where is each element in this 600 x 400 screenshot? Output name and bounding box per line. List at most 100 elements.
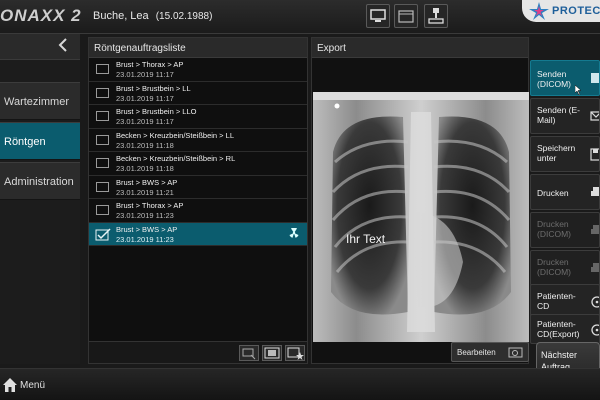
chevron-left-icon (58, 38, 67, 52)
list-item-title: Brust > Brustbein > LLO (116, 107, 197, 116)
image-gallery-button[interactable] (262, 345, 282, 361)
top-bar: ONAXX 2 Buche, Lea (15.02.1988) PROTEC (0, 0, 600, 34)
printer-icon (591, 187, 599, 196)
patient-info: Buche, Lea (15.02.1988) (93, 10, 212, 22)
patient-cd-export-button[interactable]: Patienten-CD(Export) (530, 314, 600, 344)
print-button[interactable]: Drucken (530, 174, 600, 210)
export-panel: Export Ihr Text Bearbeiten (311, 37, 529, 364)
print-label: Drucken (537, 188, 569, 198)
patient-cd-label: Patienten-CD (537, 291, 576, 311)
image-gallery-icon (264, 347, 280, 359)
send-email-button[interactable]: Senden (E-Mail) (530, 98, 600, 134)
list-item[interactable]: Brust > BWS > AP 23.01.2019 11:21 (89, 176, 307, 199)
list-item-selected[interactable]: Brust > BWS > AP 23.01.2019 11:23 (89, 222, 307, 246)
list-item[interactable]: Brust > Brustbein > LL 23.01.2019 11:17 (89, 82, 307, 105)
save-as-label: Speichern unter (537, 143, 576, 163)
sidebar-item-label: Wartezimmer (4, 96, 69, 108)
xray-device-icon (428, 8, 444, 24)
monitor-icon (370, 9, 386, 22)
xray-device-button[interactable] (424, 4, 448, 28)
sidebar: Wartezimmer Röntgen Administration (0, 34, 80, 364)
delete-order-button[interactable] (239, 345, 259, 361)
list-item-date: 23.01.2019 11:23 (116, 211, 174, 220)
checkbox[interactable] (96, 181, 109, 192)
edit-image-icon (508, 347, 523, 358)
home-icon (3, 378, 17, 392)
send-dicom-button[interactable]: Senden (DICOM) (530, 60, 600, 96)
patient-dob: (15.02.1988) (155, 11, 213, 22)
edit-button-label: Bearbeiten (457, 348, 496, 357)
print-dicom-button[interactable]: Drucken (DICOM) (530, 212, 600, 248)
logo-star-icon (529, 2, 549, 20)
xray-image[interactable]: Ihr Text (313, 92, 529, 342)
send-email-label: Senden (E-Mail) (537, 105, 580, 125)
app-brand: ONAXX 2 (0, 6, 82, 25)
list-item[interactable]: Brust > Thorax > AP 23.01.2019 11:17 (89, 58, 307, 82)
send-dicom-icon (591, 73, 599, 83)
monitor-button[interactable] (366, 4, 390, 28)
menu-label: Menü (20, 380, 46, 391)
sidebar-item-wartezimmer[interactable]: Wartezimmer (0, 82, 80, 120)
list-item-date: 23.01.2019 11:17 (116, 93, 174, 103)
sidebar-item-roentgen[interactable]: Röntgen (0, 122, 80, 160)
list-item[interactable]: Becken > Kreuzbein/Steißbein > LL 23.01.… (89, 129, 307, 152)
list-item[interactable]: Becken > Kreuzbein/Steißbein > RL 23.01.… (89, 152, 307, 176)
list-item[interactable]: Brust > Brustbein > LLO 23.01.2019 11:17 (89, 105, 307, 129)
cd-icon (591, 296, 599, 308)
export-title: Export (312, 38, 528, 58)
list-item[interactable]: Brust > Thorax > AP 23.01.2019 11:23 (89, 199, 307, 223)
checkbox[interactable] (96, 205, 109, 215)
back-button[interactable] (58, 36, 68, 59)
patient-cd-export-label: Patienten-CD(Export) (537, 319, 580, 339)
list-item-title: Brust > BWS > AP (116, 224, 178, 234)
list-item-title: Brust > Thorax > AP (116, 201, 184, 210)
checkbox[interactable] (96, 87, 109, 98)
logo-text: PROTEC (552, 5, 600, 17)
image-annotation-text[interactable]: Ihr Text (346, 232, 385, 246)
sidebar-item-label: Administration (4, 176, 74, 188)
list-item-title: Brust > Brustbein > LL (116, 83, 191, 93)
patient-name: Buche, Lea (93, 10, 149, 22)
list-item-title: Becken > Kreuzbein/Steißbein > RL (116, 154, 236, 163)
add-order-button[interactable] (285, 345, 305, 361)
checked-checkbox-icon[interactable] (95, 227, 111, 241)
company-logo: PROTEC (522, 0, 600, 22)
list-item-date: 23.01.2019 11:21 (116, 187, 174, 197)
save-icon (590, 148, 599, 161)
sidebar-header (0, 34, 80, 60)
email-icon (590, 111, 599, 121)
checkbox[interactable] (96, 134, 109, 145)
list-item-date: 23.01.2019 11:17 (116, 70, 174, 79)
sidebar-item-label: Röntgen (4, 136, 46, 148)
print-dicom-label: Drucken (DICOM) (537, 219, 571, 239)
panel-icon (398, 10, 414, 23)
menu-button[interactable]: Menü (0, 375, 60, 397)
order-list-panel: Röntgenauftragsliste Brust > Thorax > AP… (88, 37, 308, 364)
add-order-icon (287, 347, 304, 360)
checkbox[interactable] (96, 158, 109, 168)
panel-button[interactable] (394, 4, 418, 28)
cursor-pointer-icon (575, 85, 582, 95)
radiation-icon (289, 227, 299, 238)
cd-export-icon (591, 324, 599, 336)
list-item-date: 23.01.2019 11:18 (116, 140, 174, 150)
list-item-title: Becken > Kreuzbein/Steißbein > LL (116, 130, 234, 140)
delete-order-icon (242, 348, 256, 360)
print-dicom-button-2[interactable]: Drucken (DICOM) (530, 250, 600, 286)
list-item-title: Brust > BWS > AP (116, 177, 178, 187)
order-list-title: Röntgenauftragsliste (89, 38, 307, 58)
list-item-date: 23.01.2019 11:17 (116, 117, 174, 126)
checkbox[interactable] (96, 64, 109, 74)
chest-xray-graphic (313, 92, 529, 342)
print-dicom-label: Drucken (DICOM) (537, 257, 571, 277)
sidebar-item-administration[interactable]: Administration (0, 162, 80, 200)
list-item-title: Brust > Thorax > AP (116, 60, 184, 69)
checkbox[interactable] (96, 111, 109, 121)
list-item-date: 23.01.2019 11:23 (116, 234, 174, 244)
printer-icon (591, 263, 599, 272)
bottom-bar: Menü (0, 368, 600, 400)
list-item-date: 23.01.2019 11:18 (116, 164, 174, 173)
edit-button[interactable]: Bearbeiten (451, 342, 529, 362)
list-toolbar (89, 341, 307, 363)
save-as-button[interactable]: Speichern unter (530, 136, 600, 172)
